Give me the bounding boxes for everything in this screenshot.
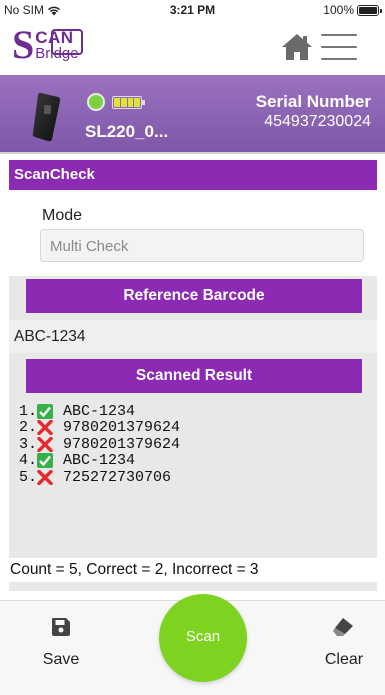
reference-barcode-value: ABC-1234	[14, 328, 86, 345]
device-battery-icon	[112, 96, 145, 109]
result-index: 4.	[18, 452, 37, 470]
scancheck-content: ScanCheck Mode Multi Check Reference Bar…	[0, 152, 385, 592]
reference-barcode-field[interactable]: ABC-1234	[9, 320, 377, 353]
save-label: Save	[42, 651, 80, 668]
result-row: 4. ABC-1234	[9, 452, 377, 470]
scan-label: Scan	[185, 628, 221, 645]
result-row: 3. 9780201379624	[9, 436, 377, 453]
mode-label: Mode	[42, 207, 83, 224]
logo-letter-s: S	[12, 22, 35, 67]
cross-icon	[37, 420, 53, 436]
result-index: 1.	[18, 402, 37, 420]
section-title-bar: ScanCheck	[9, 160, 377, 190]
eraser-icon	[333, 618, 353, 636]
result-row: 1. ABC-1234	[9, 403, 377, 420]
connection-status-dot	[87, 93, 105, 111]
result-summary-text: Count = 5, Correct = 2, Incorrect = 3	[10, 561, 259, 578]
save-icon	[52, 618, 70, 636]
scanbridge-logo: S CAN Bridge	[12, 25, 83, 65]
device-name: SL220_0...	[85, 122, 169, 141]
serial-number-value: 454937230024	[264, 113, 371, 130]
result-index: 2.	[18, 419, 37, 437]
scanner-device-icon	[32, 92, 61, 142]
mode-select[interactable]: Multi Check	[40, 229, 364, 262]
result-barcode: 9780201379624	[63, 435, 181, 453]
battery-icon	[357, 4, 382, 16]
scanned-result-list[interactable]: 1. ABC-1234 2. 9780201379624 3. 9780201379624…	[9, 395, 377, 557]
battery-percent: 100%	[323, 3, 354, 17]
result-barcode: 9780201379624	[63, 419, 181, 437]
cross-icon	[37, 436, 53, 452]
status-bar: No SIM 3:21 PM 100%	[0, 0, 385, 20]
result-index: 3.	[18, 435, 37, 453]
save-button[interactable]: Save	[26, 617, 96, 669]
result-index: 5.	[18, 468, 37, 486]
result-row: 2. 9780201379624	[9, 419, 377, 437]
result-barcode: 725272730706	[63, 468, 172, 486]
logo-frame-icon	[50, 29, 83, 55]
scancheck-panel: Mode Multi Check Reference Barcode ABC-1…	[9, 191, 377, 591]
reference-barcode-header: Reference Barcode	[26, 279, 362, 313]
scan-button[interactable]: Scan	[159, 594, 247, 682]
app-header: S CAN Bridge	[0, 20, 385, 75]
hamburger-menu-icon[interactable]	[321, 34, 357, 60]
serial-number-label: Serial Number	[255, 92, 371, 111]
checkmark-icon	[37, 403, 53, 419]
mode-card: Mode Multi Check	[9, 191, 377, 276]
scanned-result-header: Scanned Result	[26, 359, 362, 393]
result-row: 5. 725272730706	[9, 469, 377, 486]
battery-status: 100%	[323, 3, 382, 17]
page-title: ScanCheck	[14, 166, 95, 183]
clear-button[interactable]: Clear	[309, 617, 379, 669]
clear-label: Clear	[324, 651, 364, 668]
result-barcode: ABC-1234	[63, 402, 136, 420]
device-info-banner: SL220_0... Serial Number 454937230024	[0, 75, 385, 152]
result-summary: Count = 5, Correct = 2, Incorrect = 3	[9, 558, 377, 582]
cross-icon	[37, 469, 53, 485]
home-icon[interactable]	[280, 32, 314, 62]
checkmark-icon	[37, 453, 53, 469]
mode-value: Multi Check	[50, 238, 129, 255]
result-barcode: ABC-1234	[63, 452, 136, 470]
